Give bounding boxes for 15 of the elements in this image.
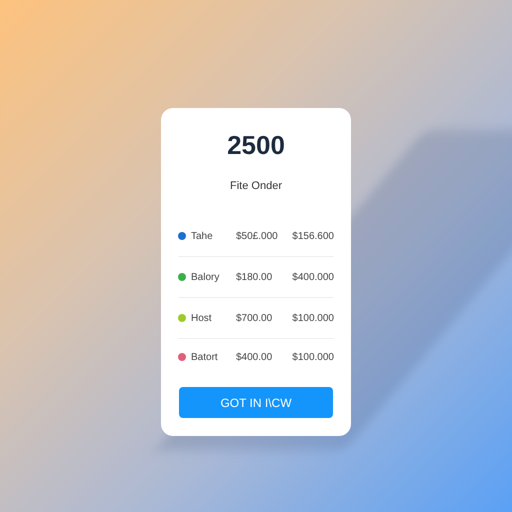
price: $400.00 — [236, 352, 274, 362]
price: $700.00 — [236, 312, 274, 324]
item-name: Batort — [191, 352, 218, 362]
item-name: Host — [191, 312, 212, 324]
total: $100.000 — [291, 352, 334, 362]
amount: 2500 — [227, 130, 285, 160]
item-name: Tahe — [191, 230, 213, 242]
get-button[interactable]: GOT IN I\CW — [179, 387, 333, 418]
total: $100.000 — [291, 312, 334, 324]
price: $50£.000 — [236, 230, 279, 242]
total: $400.000 — [291, 272, 334, 282]
item-name: Balory — [191, 272, 220, 282]
subtitle: Fite Onder — [230, 180, 282, 192]
total: $156.600 — [291, 230, 334, 242]
price: $180.00 — [236, 272, 274, 282]
